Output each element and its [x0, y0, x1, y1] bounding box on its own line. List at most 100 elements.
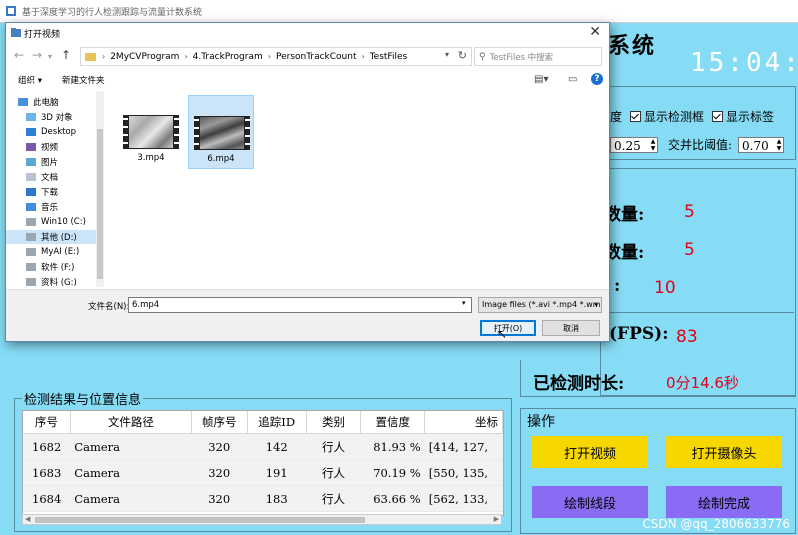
recent-dropdown-icon[interactable]: ▾: [48, 52, 52, 61]
drive-icon: [26, 278, 36, 286]
confidence-spinbox[interactable]: 0.25 ▲ ▼: [610, 136, 658, 153]
nav-item-label: 文档: [41, 173, 59, 183]
elapsed-value: 0分14.6秒: [666, 374, 739, 392]
organize-menu[interactable]: 组织 ▾: [18, 74, 42, 86]
nav-item-drive-g[interactable]: 资料 (G:): [26, 275, 77, 287]
film-strip: [194, 116, 199, 150]
stats-divider: [600, 312, 794, 313]
scrollbar-thumb[interactable]: [35, 517, 365, 523]
open-camera-button[interactable]: 打开摄像头: [666, 436, 782, 468]
chevron-right-icon: ›: [267, 52, 271, 61]
spin-arrows-icon[interactable]: ▲ ▼: [649, 138, 657, 152]
search-icon: ⚲: [479, 51, 486, 62]
table-row[interactable]: 1684 Camera 320 183 行人 63.66 % [562, 133…: [23, 485, 503, 512]
results-title: 检测结果与位置信息: [22, 389, 144, 408]
up-arrow-icon[interactable]: ↑: [61, 48, 71, 62]
col-header[interactable]: 类别: [306, 411, 362, 434]
breadcrumb-item[interactable]: 4.TrackProgram: [193, 52, 263, 62]
show-boxes-checkbox[interactable]: [630, 111, 642, 122]
elapsed-label: 已检测时长:: [533, 374, 625, 394]
spin-arrows-icon[interactable]: ▲ ▼: [775, 138, 783, 152]
nav-item-label: 其他 (D:): [41, 233, 77, 243]
open-video-button[interactable]: 打开视频: [532, 436, 648, 468]
fps-label: (FPS):: [609, 324, 669, 344]
scroll-left-icon[interactable]: ◀: [25, 515, 30, 524]
draw-done-button[interactable]: 绘制完成: [666, 486, 782, 518]
nav-item-3d-objects[interactable]: 3D 对象: [26, 110, 73, 124]
file-type-select[interactable]: Image files (*.avi *.mp4 *.wm ▾: [478, 297, 602, 313]
table-row[interactable]: 1682 Camera 320 142 行人 81.93 % [414, 127…: [23, 433, 503, 460]
iou-spinbox[interactable]: 0.70 ▲ ▼: [738, 136, 785, 153]
cell-frame: 320: [191, 433, 247, 460]
nav-item-music[interactable]: 音乐: [26, 200, 58, 214]
folder-icon: [85, 52, 96, 61]
scroll-right-icon[interactable]: ▶: [494, 515, 499, 524]
main-window-title: 基于深度学习的行人检测跟踪与流量计数系统: [22, 8, 203, 18]
nav-item-drive-f[interactable]: 软件 (F:): [26, 260, 74, 274]
scrollbar-thumb[interactable]: [97, 129, 103, 279]
drive-icon: [26, 218, 36, 226]
cell-conf: 81.93 %: [360, 433, 425, 460]
breadcrumb-item[interactable]: TestFiles: [370, 52, 407, 62]
breadcrumb-item[interactable]: 2MyCVProgram: [110, 52, 179, 62]
results-horizontal-scrollbar[interactable]: ◀ ▶: [22, 514, 502, 525]
view-options-icon[interactable]: ▤▾: [534, 74, 548, 85]
navigation-scrollbar[interactable]: [96, 91, 104, 287]
address-bar[interactable]: › 2MyCVProgram › 4.TrackProgram › Person…: [80, 47, 472, 66]
chevron-down-icon[interactable]: ▾: [445, 50, 449, 59]
results-table-container: 序号 文件路径 帧序号 追踪ID 类别 置信度 坐标 1682 Camera 3…: [22, 410, 504, 516]
col-header[interactable]: 序号: [23, 411, 71, 434]
help-icon[interactable]: ?: [591, 73, 603, 85]
file-item[interactable]: 6.mp4: [188, 95, 254, 169]
chevron-right-icon: ›: [184, 52, 188, 61]
cancel-button[interactable]: 取消: [542, 320, 600, 336]
col-header[interactable]: 帧序号: [191, 411, 248, 434]
nav-item-label: 下载: [41, 188, 59, 198]
cell-path: Camera: [70, 485, 192, 512]
file-type-value: Image files (*.avi *.mp4 *.wm: [482, 300, 601, 309]
open-button[interactable]: 打开(O): [480, 320, 536, 336]
draw-line-button[interactable]: 绘制线段: [532, 486, 648, 518]
chevron-down-icon[interactable]: ▾: [462, 299, 466, 307]
back-arrow-icon[interactable]: ←: [14, 48, 24, 62]
nav-item-label: 软件 (F:): [41, 263, 75, 273]
nav-item-documents[interactable]: 文档: [26, 170, 58, 184]
cell-frame: 320: [191, 485, 247, 512]
chevron-right-icon: ›: [102, 52, 106, 61]
col-header[interactable]: 坐标: [424, 411, 503, 434]
desktop-icon: [26, 128, 36, 136]
col-header[interactable]: 追踪ID: [247, 411, 307, 434]
breadcrumb-item[interactable]: PersonTrackCount: [276, 52, 357, 62]
search-input[interactable]: ⚲ TestFiles 中搜索: [474, 47, 602, 66]
table-row[interactable]: 1683 Camera 320 191 行人 70.19 % [550, 135…: [23, 459, 503, 486]
nav-item-this-pc[interactable]: 此电脑: [18, 95, 59, 109]
confidence-value: 0.25: [614, 138, 641, 153]
dialog-toolbar: 组织 ▾ 新建文件夹 ▤▾ ▭ ?: [6, 71, 609, 89]
refresh-icon[interactable]: ↻: [458, 49, 467, 62]
forward-arrow-icon[interactable]: →: [32, 48, 42, 62]
drive-icon: [26, 248, 36, 256]
video-thumbnail: [200, 117, 244, 149]
nav-item-desktop[interactable]: Desktop: [26, 125, 76, 139]
cell-coord: [414, 127,: [424, 433, 503, 460]
nav-item-drive-c[interactable]: Win10 (C:): [26, 215, 86, 229]
chevron-down-icon[interactable]: ▾: [594, 298, 598, 312]
nav-item-drive-e[interactable]: MyAI (E:): [26, 245, 79, 259]
file-item[interactable]: 3.mp4: [118, 95, 184, 169]
col-header[interactable]: 文件路径: [70, 411, 192, 434]
close-icon[interactable]: ✕: [589, 24, 601, 40]
count1-label: 数量:: [604, 205, 645, 225]
nav-item-label: 3D 对象: [41, 113, 73, 123]
new-folder-button[interactable]: 新建文件夹: [62, 74, 105, 86]
col-header[interactable]: 置信度: [360, 411, 426, 434]
nav-item-downloads[interactable]: 下载: [26, 185, 58, 199]
nav-item-pictures[interactable]: 图片: [26, 155, 58, 169]
nav-item-label: 资料 (G:): [41, 278, 77, 287]
iou-label: 交并比阈值:: [668, 138, 733, 152]
filename-input[interactable]: 6.mp4: [128, 297, 472, 313]
preview-pane-icon[interactable]: ▭: [568, 74, 577, 85]
detect-partial-label: 度: [610, 110, 623, 124]
nav-item-drive-d[interactable]: 其他 (D:): [6, 230, 100, 244]
nav-item-videos[interactable]: 视频: [26, 140, 58, 154]
show-labels-checkbox[interactable]: [712, 111, 724, 122]
